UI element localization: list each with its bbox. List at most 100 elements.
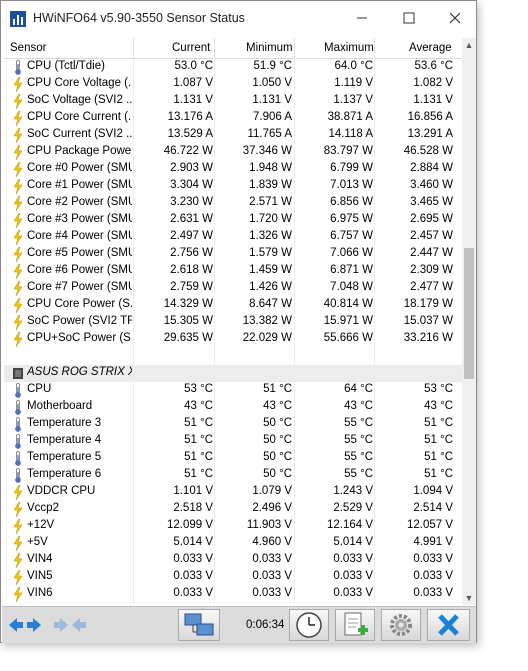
- table-row[interactable]: CPU (Tctl/Tdie) 53.0 °C 51.9 °C 64.0 °C 53.6…: [4, 59, 462, 76]
- lightning-bolt-icon: [13, 536, 23, 551]
- minimum-value: 1.839 W: [249, 179, 292, 191]
- table-row[interactable]: CPU 53 °C 51 °C 64 °C 53 °C: [4, 382, 462, 399]
- header-sensor[interactable]: Sensor: [10, 42, 46, 54]
- table-row[interactable]: Temperature 3 51 °C 50 °C 55 °C 51 °C: [4, 416, 462, 433]
- table-row[interactable]: VIN6 0.033 V 0.033 V 0.033 V 0.033 V: [4, 586, 462, 603]
- table-row[interactable]: +5V 5.014 V 4.960 V 5.014 V 4.991 V: [4, 535, 462, 552]
- chip-icon: [13, 368, 23, 379]
- elapsed-timer: 0:06:34: [246, 619, 285, 631]
- maximum-value: 1.119 V: [334, 77, 373, 89]
- header-current[interactable]: Current: [172, 42, 210, 54]
- collapse-arrows-button[interactable]: [52, 615, 88, 635]
- minimum-value: 7.906 A: [252, 111, 292, 123]
- table-row[interactable]: Core #0 Power (SMU) 2.903 W 1.948 W 6.799 W…: [4, 161, 462, 178]
- expand-arrows-button[interactable]: [7, 615, 43, 635]
- sensor-name: Core #0 Power (SMU): [27, 162, 132, 174]
- table-row[interactable]: VIN4 0.033 V 0.033 V 0.033 V 0.033 V: [4, 552, 462, 569]
- minimum-value: 43 °C: [263, 400, 292, 412]
- maximum-value: 6.757 W: [330, 230, 373, 242]
- network-button[interactable]: [178, 609, 220, 641]
- average-value: 3.460 W: [410, 179, 453, 191]
- current-value: 2.903 W: [170, 162, 213, 174]
- table-row[interactable]: CPU Core Voltage (... 1.087 V 1.050 V 1.119…: [4, 76, 462, 93]
- average-value: 18.179 W: [403, 298, 453, 310]
- minimum-value: 1.948 W: [249, 162, 292, 174]
- maximum-value: 55 °C: [344, 451, 373, 463]
- table-row[interactable]: [4, 348, 462, 365]
- maximum-value: 2.529 V: [333, 502, 373, 514]
- table-row[interactable]: SoC Power (SVI2 TFN) 15.305 W 13.382 W 15.9…: [4, 314, 462, 331]
- gear-icon: [390, 614, 412, 636]
- current-value: 12.099 V: [166, 519, 213, 531]
- table-row[interactable]: Core #5 Power (SMU) 2.756 W 1.579 W 7.066 W…: [4, 246, 462, 263]
- header-maximum[interactable]: Maximum: [324, 42, 374, 54]
- table-row[interactable]: Temperature 6 51 °C 50 °C 55 °C 51 °C: [4, 467, 462, 484]
- table-row[interactable]: CPU Package Powe... 46.722 W 37.346 W 83.79…: [4, 144, 462, 161]
- table-row[interactable]: VIN5 0.033 V 0.033 V 0.033 V 0.033 V: [4, 569, 462, 586]
- table-row[interactable]: Core #1 Power (SMU) 3.304 W 1.839 W 7.013 W…: [4, 178, 462, 195]
- current-value: 2.497 W: [170, 230, 213, 242]
- close-window-button[interactable]: [432, 1, 478, 35]
- scrollbar-thumb[interactable]: [464, 248, 474, 379]
- header-average[interactable]: Average: [409, 42, 452, 54]
- thermometer-icon: [15, 468, 21, 483]
- minimum-value: 1.426 W: [249, 281, 292, 293]
- vertical-scrollbar[interactable]: ▲ ▼: [462, 38, 476, 605]
- table-row[interactable]: CPU Core Power (S... 14.329 W 8.647 W 40.81…: [4, 297, 462, 314]
- maximum-value: 1.243 V: [333, 485, 373, 497]
- average-value: 1.082 V: [413, 77, 453, 89]
- header-minimum[interactable]: Minimum: [246, 42, 293, 54]
- sensor-name: Temperature 3: [27, 417, 102, 429]
- table-row[interactable]: CPU Core Current (... 13.176 A 7.906 A 38.8…: [4, 110, 462, 127]
- table-row[interactable]: Vccp2 2.518 V 2.496 V 2.529 V 2.514 V: [4, 501, 462, 518]
- close-x-icon: [438, 614, 459, 636]
- lightning-bolt-icon: [13, 519, 23, 534]
- sensor-name: Core #4 Power (SMU): [27, 230, 132, 242]
- average-value: 46.528 W: [403, 145, 453, 157]
- minimize-icon: [357, 17, 367, 19]
- average-value: 51 °C: [424, 434, 453, 446]
- title-bar[interactable]: HWiNFO64 v5.90-3550 Sensor Status: [1, 1, 476, 35]
- clock-reset-button[interactable]: [289, 609, 329, 641]
- table-row[interactable]: Temperature 5 51 °C 50 °C 55 °C 51 °C: [4, 450, 462, 467]
- scroll-up-arrow-icon[interactable]: ▲: [462, 38, 476, 52]
- minimum-value: 1.131 V: [252, 94, 292, 106]
- table-row[interactable]: Core #6 Power (SMU) 2.618 W 1.459 W 6.871 W…: [4, 263, 462, 280]
- current-value: 3.230 W: [170, 196, 213, 208]
- current-value: 0.033 V: [173, 587, 213, 599]
- table-header: Sensor Current Minimum Maximum Average: [4, 38, 462, 59]
- minimum-value: 50 °C: [263, 451, 292, 463]
- scroll-down-arrow-icon[interactable]: ▼: [462, 591, 476, 605]
- table-row[interactable]: Core #2 Power (SMU) 3.230 W 2.571 W 6.856 W…: [4, 195, 462, 212]
- maximum-value: 6.856 W: [330, 196, 373, 208]
- sensor-name: Core #3 Power (SMU): [27, 213, 132, 225]
- minimum-value: 4.960 V: [252, 536, 292, 548]
- table-row[interactable]: +12V 12.099 V 11.903 V 12.164 V 12.057 V: [4, 518, 462, 535]
- close-button[interactable]: [427, 609, 470, 641]
- minimum-value: 1.579 W: [249, 247, 292, 259]
- sensor-name: ASUS ROG STRIX X...: [27, 366, 132, 378]
- settings-button[interactable]: [381, 609, 421, 641]
- footer-toolbar: 0:06:34: [2, 606, 476, 643]
- lightning-bolt-icon: [13, 587, 23, 602]
- sensor-name: +5V: [27, 536, 48, 548]
- table-row[interactable]: SoC Voltage (SVI2 ... 1.131 V 1.131 V 1.137…: [4, 93, 462, 110]
- table-row[interactable]: Core #4 Power (SMU) 2.497 W 1.326 W 6.757 W…: [4, 229, 462, 246]
- maximize-button[interactable]: [386, 1, 432, 35]
- sensor-name: CPU Core Current (...: [27, 111, 132, 123]
- maximum-value: 55 °C: [344, 417, 373, 429]
- minimize-button[interactable]: [339, 1, 385, 35]
- average-value: 33.216 W: [403, 332, 453, 344]
- table-row[interactable]: CPU+SoC Power (S... 29.635 W 22.029 W 55.66…: [4, 331, 462, 348]
- minimum-value: 1.459 W: [249, 264, 292, 276]
- table-row[interactable]: SoC Current (SVI2 ... 13.529 A 11.765 A 14.…: [4, 127, 462, 144]
- table-row[interactable]: Core #7 Power (SMU) 2.759 W 1.426 W 7.048 W…: [4, 280, 462, 297]
- log-button[interactable]: [335, 609, 375, 641]
- table-row[interactable]: VDDCR CPU 1.101 V 1.079 V 1.243 V 1.094 V: [4, 484, 462, 501]
- table-row[interactable]: Motherboard 43 °C 43 °C 43 °C 43 °C: [4, 399, 462, 416]
- table-row[interactable]: Temperature 4 51 °C 50 °C 55 °C 51 °C: [4, 433, 462, 450]
- table-row[interactable]: Core #3 Power (SMU) 2.631 W 1.720 W 6.975 W…: [4, 212, 462, 229]
- current-value: 15.305 W: [163, 315, 213, 327]
- group-header-row[interactable]: ASUS ROG STRIX X...: [4, 365, 462, 382]
- current-value: 1.131 V: [173, 94, 213, 106]
